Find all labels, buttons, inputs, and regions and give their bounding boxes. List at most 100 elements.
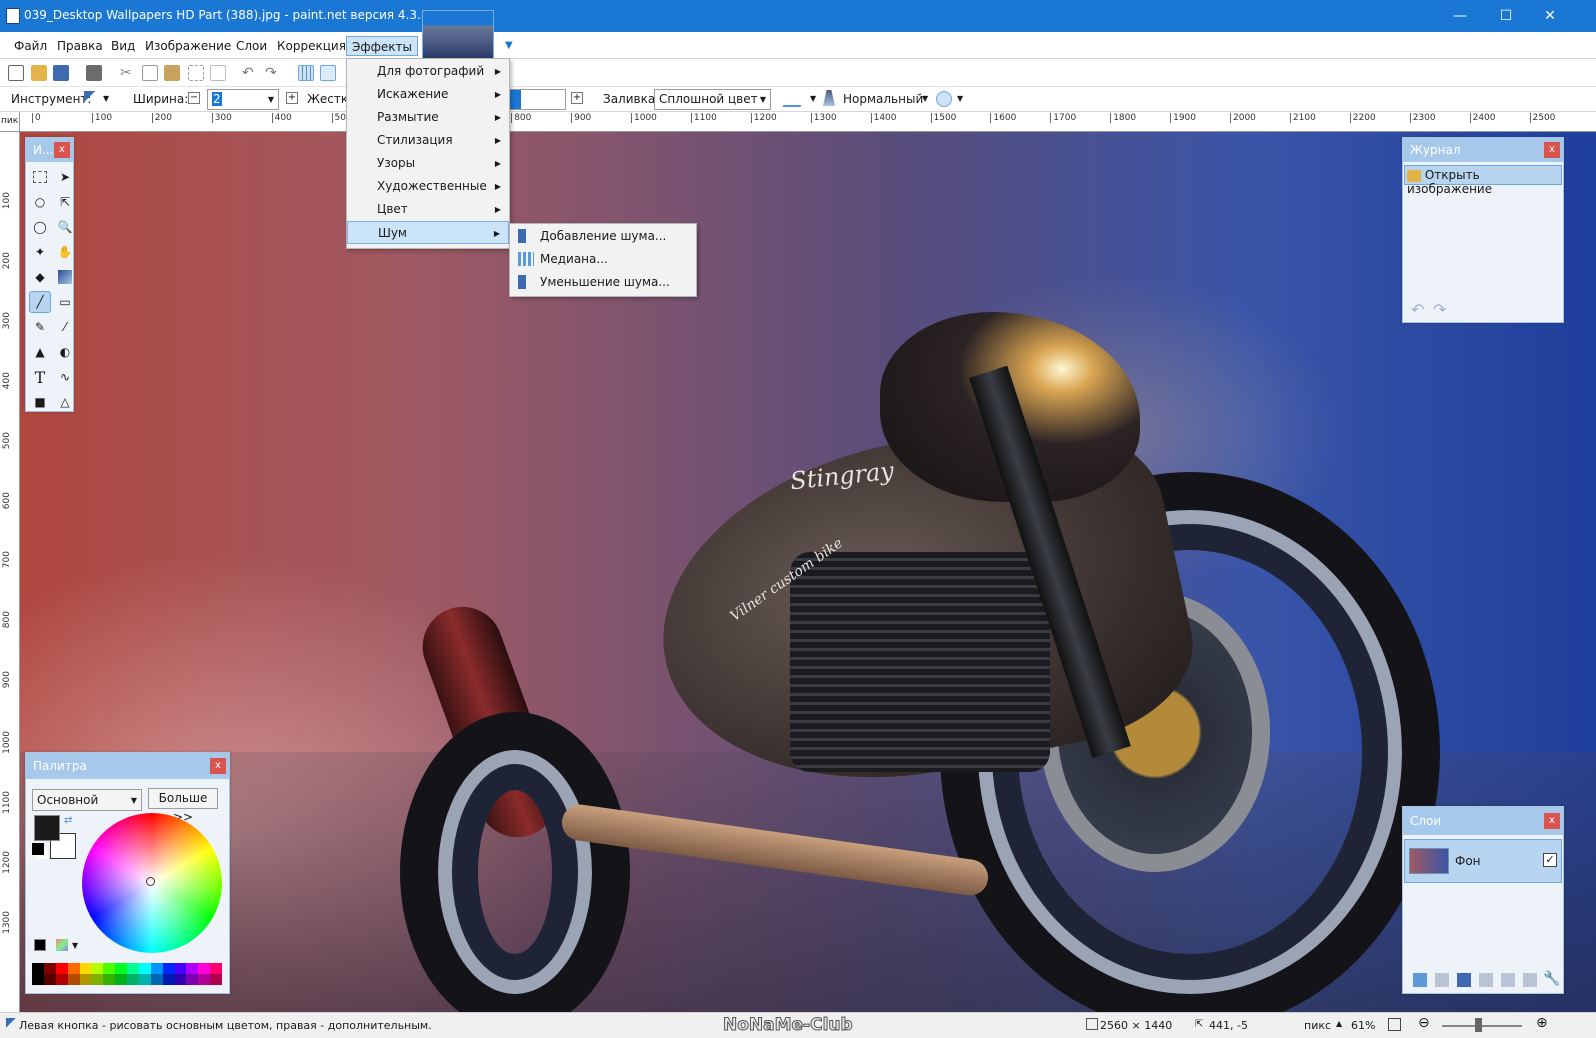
width-increase-icon[interactable]: + (286, 92, 298, 104)
move-layer-down-icon[interactable] (1523, 973, 1537, 987)
effects-blur-item[interactable]: Размытие ▶ (347, 106, 509, 129)
line-curve-tool-icon[interactable]: ∿ (54, 366, 76, 388)
palette-swatch[interactable] (32, 963, 44, 974)
history-item[interactable]: Открыть изображение (1404, 165, 1562, 196)
median-item[interactable]: Медиана... (510, 248, 696, 271)
deselect-icon[interactable] (210, 65, 226, 81)
zoom-tool-icon[interactable]: 🔍 (54, 216, 76, 238)
palette-add-color-icon[interactable] (34, 939, 46, 951)
units-chevron-icon[interactable]: ▲ (1336, 1019, 1342, 1028)
palette-swatch[interactable] (198, 963, 211, 974)
close-button[interactable]: ✕ (1527, 0, 1573, 32)
swap-colors-icon[interactable]: ⇄ (64, 815, 72, 826)
maximize-button[interactable]: ☐ (1483, 0, 1529, 32)
menu-file[interactable]: Файл (9, 36, 52, 56)
palette-swatch[interactable] (67, 974, 80, 985)
shapes-tool-icon[interactable]: ■ (29, 391, 51, 413)
zoom-to-window-icon[interactable] (1388, 1018, 1401, 1031)
tool-dropdown-chevron-icon[interactable]: ▼ (103, 94, 109, 103)
paintbrush-tool-selected-icon[interactable]: ╱ (29, 291, 51, 313)
effects-photo-item[interactable]: Для фотографий ▶ (347, 60, 509, 83)
reset-colors-icon[interactable] (32, 843, 44, 855)
palette-swatch[interactable] (127, 974, 139, 985)
palette-swatch[interactable] (103, 974, 116, 985)
effects-stylize-item[interactable]: Стилизация ▶ (347, 129, 509, 152)
history-undo-icon[interactable]: ↶ (1411, 300, 1424, 319)
minimize-button[interactable]: — (1437, 0, 1483, 32)
pencil-tool-icon[interactable]: ✎ (29, 316, 51, 338)
color-wheel[interactable] (82, 813, 222, 953)
eraser-tool-icon[interactable]: ▭ (54, 291, 76, 313)
effects-noise-item[interactable]: Шум ▶ (347, 221, 509, 244)
lasso-select-tool-icon[interactable]: ○ (29, 191, 51, 213)
rulers-toggle-icon[interactable] (320, 65, 336, 81)
fill-dropdown-chevron-icon[interactable]: ▼ (760, 95, 766, 104)
menu-effects[interactable]: Эффекты (346, 36, 418, 56)
color-picker-tool-icon[interactable]: ⁄ (54, 316, 76, 338)
palette-swatch[interactable] (79, 974, 92, 985)
hardness-slider[interactable] (508, 89, 566, 110)
palette-swatch[interactable] (55, 974, 68, 985)
palette-swatch[interactable] (91, 963, 104, 974)
layers-panel-close-button[interactable]: x (1544, 813, 1560, 829)
merge-layer-icon[interactable] (1479, 973, 1493, 987)
palette-swatch[interactable] (150, 963, 163, 974)
palette-mode-chevron-icon[interactable]: ▼ (131, 796, 137, 805)
rectangle-select-tool-icon[interactable] (29, 166, 51, 188)
palette-swatch[interactable] (138, 974, 151, 985)
effects-artistic-item[interactable]: Художественные ▶ (347, 175, 509, 198)
palette-swatches[interactable] (32, 963, 222, 985)
palette-swatch[interactable] (186, 963, 199, 974)
palette-swatch[interactable] (79, 963, 92, 974)
paste-icon[interactable] (164, 65, 180, 81)
palette-more-button[interactable]: Больше >> (148, 788, 218, 824)
palette-swatch[interactable] (115, 963, 127, 974)
open-file-icon[interactable] (31, 65, 47, 81)
recolor-tool-icon[interactable]: ◐ (54, 341, 76, 363)
palette-swatch[interactable] (43, 963, 56, 974)
duplicate-layer-icon[interactable] (1457, 973, 1471, 987)
copy-icon[interactable] (142, 65, 158, 81)
move-selected-tool-icon[interactable]: ➤ (54, 166, 76, 188)
palette-swatch[interactable] (127, 963, 139, 974)
effects-render-item[interactable]: Узоры ▶ (347, 152, 509, 175)
antialiasing-chevron-icon[interactable]: ▼ (810, 94, 816, 103)
history-panel-close-button[interactable]: x (1544, 142, 1560, 158)
tab-dropdown-icon[interactable]: ▼ (505, 40, 513, 51)
palette-swatch[interactable] (138, 963, 151, 974)
paintbrush-tool-icon[interactable] (84, 91, 98, 105)
clone-stamp-tool-icon[interactable]: ▲ (29, 341, 51, 363)
palette-swatch[interactable] (67, 963, 80, 974)
delete-layer-icon[interactable] (1435, 973, 1449, 987)
save-file-icon[interactable] (53, 65, 69, 81)
effects-distort-item[interactable]: Искажение ▶ (347, 83, 509, 106)
history-redo-icon[interactable]: ↷ (1433, 300, 1446, 319)
menu-layers[interactable]: Слои (231, 36, 272, 56)
image-canvas[interactable]: Stingray Vilner custom bike (20, 132, 1596, 1012)
move-selection-tool-icon[interactable]: ⇱ (54, 191, 76, 213)
print-icon[interactable] (86, 65, 102, 81)
palette-swatch[interactable] (174, 963, 187, 974)
undo-icon[interactable]: ↶ (242, 65, 258, 81)
shapes-extra-tool-icon[interactable]: △ (54, 391, 76, 413)
selection-mode-icon[interactable] (936, 91, 952, 107)
cut-icon[interactable]: ✂ (120, 65, 136, 81)
paint-bucket-tool-icon[interactable]: ◆ (29, 266, 51, 288)
hardness-increase-icon[interactable]: + (571, 92, 583, 104)
layer-visibility-checkbox[interactable]: ✓ (1543, 853, 1557, 867)
blend-mode-chevron-icon[interactable]: ▼ (922, 94, 928, 103)
palette-swatch[interactable] (210, 974, 222, 985)
layer-properties-icon[interactable]: 🔧 (1543, 971, 1560, 987)
pixel-grid-icon[interactable] (298, 65, 314, 81)
pan-tool-icon[interactable]: ✋ (54, 241, 76, 263)
add-noise-item[interactable]: Добавление шума... (510, 225, 696, 248)
blend-mode-value[interactable]: Нормальный (843, 92, 923, 106)
tools-panel-close-button[interactable]: x (54, 142, 70, 158)
zoom-value[interactable]: 61% (1351, 1019, 1375, 1032)
zoom-slider-track[interactable] (1442, 1025, 1522, 1027)
menu-view[interactable]: Вид (106, 36, 140, 56)
color-wheel-selector[interactable] (146, 877, 155, 886)
add-layer-icon[interactable] (1413, 973, 1427, 987)
width-dropdown-chevron-icon[interactable]: ▼ (268, 95, 274, 104)
reduce-noise-item[interactable]: Уменьшение шума... (510, 271, 696, 294)
